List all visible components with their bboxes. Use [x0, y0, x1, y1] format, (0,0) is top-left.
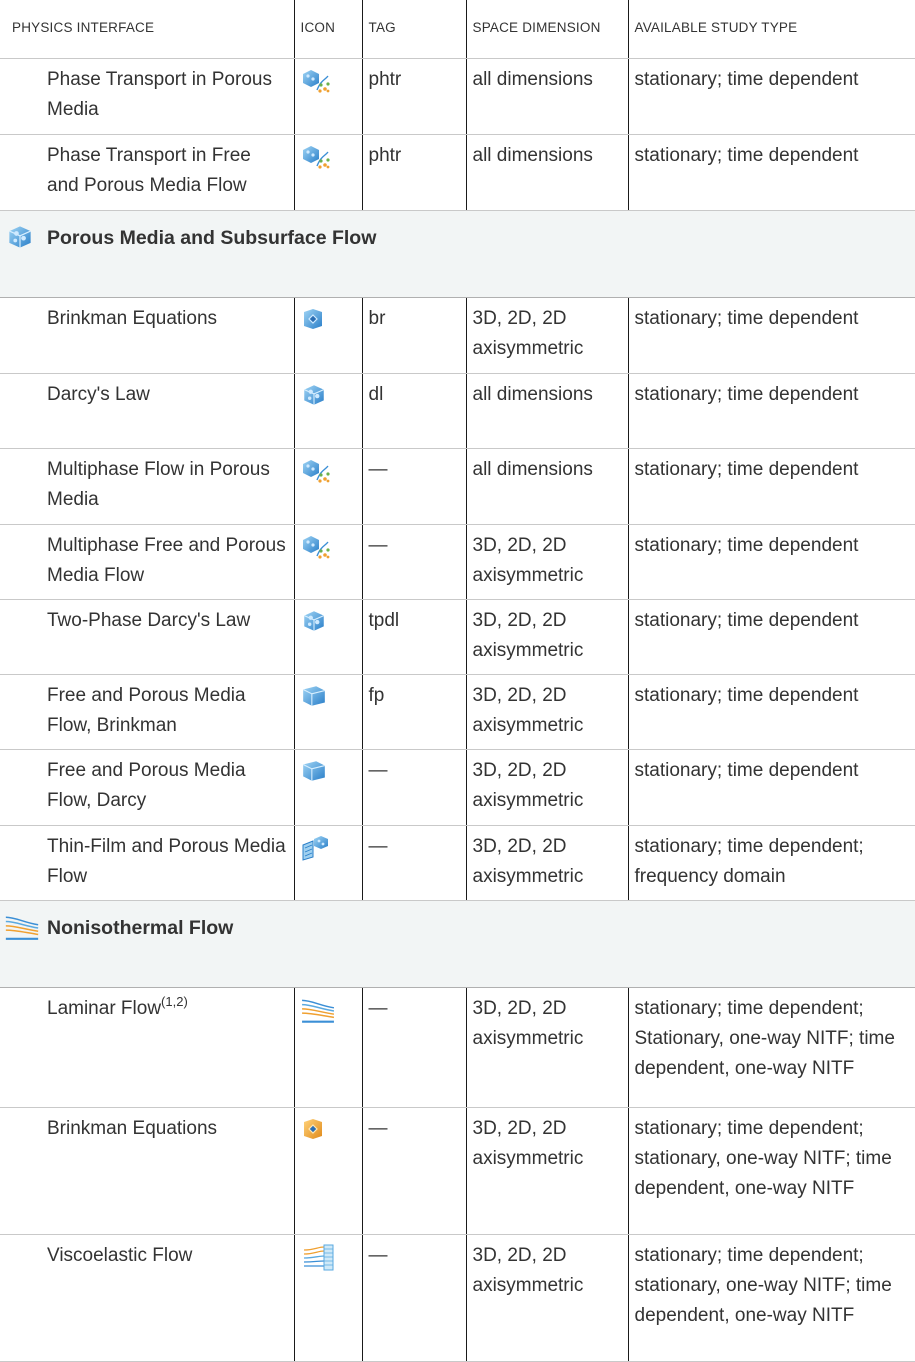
darcy-icon [301, 383, 333, 411]
space-dimension: 3D, 2D, 2D axisymmetric [466, 1234, 629, 1362]
interface-tag: — [362, 524, 467, 600]
interface-tag: — [362, 749, 467, 826]
laminar-flow-icon [301, 997, 333, 1025]
space-dimension: 3D, 2D, 2D axisymmetric [466, 987, 629, 1108]
brinkman-icon [301, 307, 333, 335]
interface-name: Thin-Film and Porous Media Flow [0, 825, 295, 901]
thin-film-porous-icon [301, 835, 333, 863]
interface-name: Brinkman Equations [0, 297, 295, 374]
table-row: Brinkman Equations — 3D, 2D, 2D axisymme… [0, 1107, 915, 1235]
study-type: stationary; time dependent [628, 674, 915, 750]
study-type: stationary; time dependent [628, 448, 915, 525]
interface-name: Laminar Flow [47, 998, 162, 1019]
table-row: Phase Transport in Porous Media phtr all… [0, 58, 915, 135]
study-type: stationary; time dependent [628, 599, 915, 675]
study-type: stationary; time dependent; stationary, … [628, 1107, 915, 1235]
brinkman-heat-icon [301, 1117, 333, 1145]
space-dimension: 3D, 2D, 2D axisymmetric [466, 749, 629, 826]
table-row: Laminar Flow(1,2) — 3D, 2D, 2D axisymmet… [0, 987, 915, 1108]
table-row: Free and Porous Media Flow, Brinkman fp … [0, 674, 915, 750]
table-row: Darcy's Law dl all dimensions stationary… [0, 373, 915, 449]
interface-name: Two-Phase Darcy's Law [0, 599, 295, 675]
interface-name: Free and Porous Media Flow, Darcy [0, 749, 295, 826]
space-dimension: all dimensions [466, 58, 629, 135]
header-icon: ICON [294, 0, 363, 59]
table-row: Free and Porous Media Flow, Darcy — 3D, … [0, 749, 915, 826]
table-row: Brinkman Equations br 3D, 2D, 2D axisymm… [0, 297, 915, 374]
study-type: stationary; time dependent; frequency do… [628, 825, 915, 901]
interface-tag: br [362, 297, 467, 374]
space-dimension: 3D, 2D, 2D axisymmetric [466, 524, 629, 600]
interface-tag: — [362, 825, 467, 901]
interface-tag: phtr [362, 134, 467, 211]
study-type: stationary; time dependent [628, 749, 915, 826]
study-type: stationary; time dependent [628, 58, 915, 135]
header-tag: TAG [362, 0, 467, 59]
space-dimension: all dimensions [466, 448, 629, 525]
table-row: Multiphase Free and Porous Media Flow — … [0, 524, 915, 600]
space-dimension: 3D, 2D, 2D axisymmetric [466, 674, 629, 750]
table-row: Two-Phase Darcy's Law tpdl 3D, 2D, 2D ax… [0, 599, 915, 675]
interface-name: Free and Porous Media Flow, Brinkman [0, 674, 295, 750]
interface-tag: phtr [362, 58, 467, 135]
interface-name: Phase Transport in Porous Media [0, 58, 295, 135]
viscoelastic-flow-icon [301, 1244, 333, 1272]
study-type: stationary; time dependent [628, 297, 915, 374]
interface-name: Darcy's Law [0, 373, 295, 449]
space-dimension: all dimensions [466, 134, 629, 211]
interface-tag: — [362, 1107, 467, 1235]
interface-tag: — [362, 1234, 467, 1362]
table-row: Thin-Film and Porous Media Flow — 3D, 2D… [0, 825, 915, 901]
two-phase-darcy-icon [301, 609, 333, 637]
header-space-dimension: SPACE DIMENSION [466, 0, 629, 59]
section-title: Nonisothermal Flow [47, 917, 234, 939]
table-row: Multiphase Flow in Porous Media — all di… [0, 448, 915, 525]
physics-interface-table: PHYSICS INTERFACE ICON TAG SPACE DIMENSI… [0, 0, 915, 1362]
phase-transport-free-porous-icon [301, 144, 333, 172]
space-dimension: 3D, 2D, 2D axisymmetric [466, 297, 629, 374]
header-study-type: AVAILABLE STUDY TYPE [628, 0, 915, 59]
nonisothermal-flow-icon [4, 914, 40, 951]
space-dimension: all dimensions [466, 373, 629, 449]
interface-name: Phase Transport in Free and Porous Media… [0, 134, 295, 211]
interface-name: Viscoelastic Flow [0, 1234, 295, 1362]
section-header-nonisothermal-flow: Nonisothermal Flow [0, 900, 915, 988]
space-dimension: 3D, 2D, 2D axisymmetric [466, 599, 629, 675]
study-type: stationary; time dependent; stationary, … [628, 1234, 915, 1362]
interface-name: Multiphase Flow in Porous Media [0, 448, 295, 525]
study-type: stationary; time dependent [628, 134, 915, 211]
porous-media-icon [4, 224, 36, 259]
phase-transport-porous-icon [301, 68, 333, 96]
interface-name: Multiphase Free and Porous Media Flow [0, 524, 295, 600]
table-row: Viscoelastic Flow — 3D, 2D, 2D axisymmet… [0, 1234, 915, 1362]
space-dimension: 3D, 2D, 2D axisymmetric [466, 825, 629, 901]
table-header-row: PHYSICS INTERFACE ICON TAG SPACE DIMENSI… [0, 0, 915, 59]
table-row: Phase Transport in Free and Porous Media… [0, 134, 915, 211]
section-header-porous-media: Porous Media and Subsurface Flow [0, 210, 915, 298]
interface-tag: dl [362, 373, 467, 449]
interface-tag: tpdl [362, 599, 467, 675]
multiphase-free-porous-icon [301, 534, 333, 562]
study-type: stationary; time dependent; Stationary, … [628, 987, 915, 1108]
header-physics-interface: PHYSICS INTERFACE [0, 0, 295, 59]
interface-tag: fp [362, 674, 467, 750]
free-porous-darcy-icon [301, 759, 333, 787]
interface-tag: — [362, 448, 467, 525]
interface-name: Brinkman Equations [0, 1107, 295, 1235]
footnote-superscript: (1,2) [161, 994, 188, 1009]
free-porous-brinkman-icon [301, 684, 333, 712]
section-title: Porous Media and Subsurface Flow [47, 227, 377, 249]
study-type: stationary; time dependent [628, 524, 915, 600]
interface-tag: — [362, 987, 467, 1108]
multiphase-porous-icon [301, 458, 333, 486]
space-dimension: 3D, 2D, 2D axisymmetric [466, 1107, 629, 1235]
study-type: stationary; time dependent [628, 373, 915, 449]
